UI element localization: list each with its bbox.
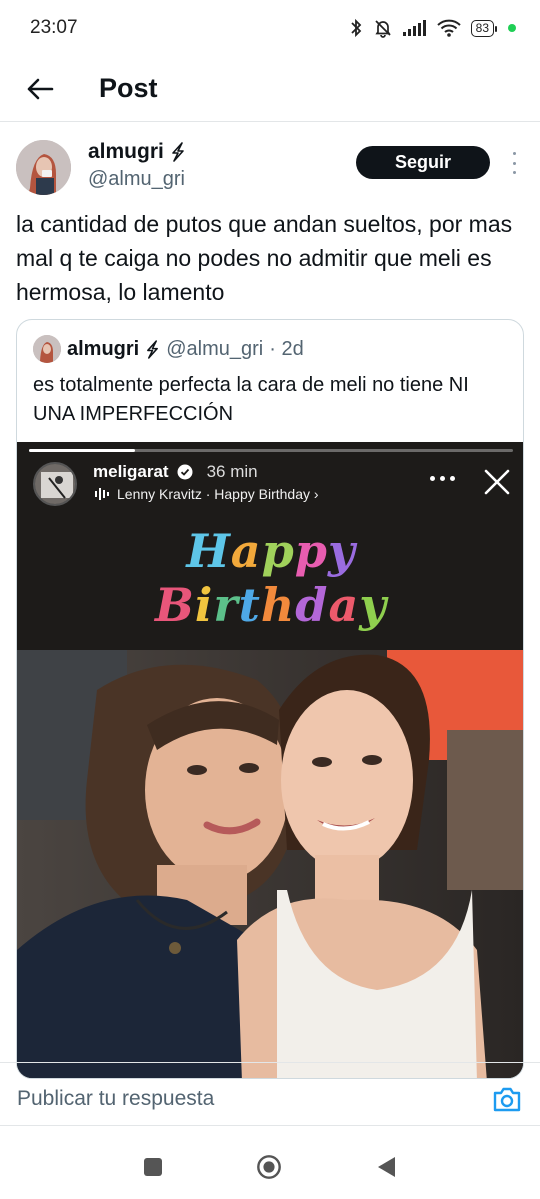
wifi-icon: [436, 19, 461, 37]
bluetooth-icon: [351, 18, 361, 38]
avatar-image: [16, 140, 71, 195]
avatar[interactable]: [16, 140, 71, 195]
triangle-back-icon: [378, 1157, 395, 1177]
sticker-letter: H: [186, 524, 231, 578]
author-name-row[interactable]: almugri: [88, 140, 186, 164]
follow-button[interactable]: Seguir: [356, 146, 490, 179]
sticker-letter: d: [295, 578, 329, 632]
story-time: 36 min: [206, 462, 258, 481]
lightning-icon: [172, 142, 184, 162]
sticker-letter: y: [359, 578, 388, 632]
post-text: la cantidad de putos que andan sueltos, …: [16, 211, 513, 305]
top-app-bar: Post: [0, 56, 540, 122]
status-bar: 23:07 83: [0, 0, 540, 56]
sticker-letter: B: [154, 578, 195, 632]
recent-apps-button[interactable]: [140, 1154, 166, 1180]
author-name[interactable]: almugri: [88, 140, 164, 164]
birthday-word: Birthday: [17, 578, 523, 632]
quoted-post-text: es totalmente perfecta la cara de meli n…: [33, 374, 469, 425]
home-button[interactable]: [256, 1154, 282, 1180]
post-author: almugri @almu_gri Seguir: [16, 138, 524, 200]
story-progress-bar: [29, 449, 513, 452]
quoted-post-header: almugri @almu_gri · 2d: [33, 335, 304, 363]
privacy-dot: [508, 24, 516, 32]
story-username: meligarat: [93, 462, 169, 481]
story-user-row: meligarat 36 min: [93, 462, 258, 482]
sticker-letter: p: [294, 524, 328, 578]
camera-icon[interactable]: [492, 1085, 522, 1113]
verified-badge-icon: [177, 464, 193, 480]
story-music-label: Lenny Kravitz · Happy Birthday ›: [117, 486, 319, 502]
status-time: 23:07: [30, 17, 78, 38]
sticker-letter: i: [194, 578, 214, 632]
quoted-avatar: [33, 335, 61, 363]
status-icons: 83: [349, 18, 516, 38]
back-button[interactable]: [20, 69, 60, 109]
sticker-letter: a: [328, 578, 360, 632]
bell-muted-icon: [375, 20, 391, 38]
arrow-left-icon: [27, 78, 54, 99]
battery-icon: 83: [470, 19, 498, 37]
page-title: Post: [99, 73, 158, 103]
happy-word: Happy: [17, 524, 523, 578]
close-icon: [484, 469, 510, 495]
back-nav-button[interactable]: [373, 1154, 399, 1180]
happy-birthday-sticker: Happy Birthday: [17, 524, 523, 632]
sticker-letter: h: [260, 578, 296, 632]
quoted-author-handle: @almu_gri: [166, 337, 264, 360]
sticker-letter: t: [238, 578, 261, 632]
selfie-photo: [17, 650, 523, 1078]
battery-level: 83: [475, 21, 489, 35]
story-more-icon: [430, 476, 455, 481]
quoted-media-image[interactable]: meligarat 36 min Lenny Kravitz · Happy B…: [17, 442, 523, 1078]
quoted-post-age: · 2d: [269, 337, 304, 360]
music-bars-icon: [95, 488, 109, 500]
quoted-post[interactable]: almugri @almu_gri · 2d es totalmente per…: [16, 319, 524, 1079]
more-options-icon[interactable]: [508, 152, 520, 174]
circle-icon: [257, 1155, 281, 1179]
square-icon: [144, 1158, 162, 1176]
sticker-letter: r: [213, 578, 239, 632]
signal-icon: [402, 20, 426, 36]
sticker-letter: p: [261, 524, 295, 578]
system-nav-bar: [0, 1130, 540, 1199]
sticker-letter: y: [327, 524, 356, 578]
author-handle[interactable]: @almu_gri: [88, 168, 185, 191]
story-avatar: [33, 462, 77, 506]
sticker-letter: a: [230, 524, 262, 578]
reply-bar: Publicar tu respuesta: [0, 1062, 540, 1126]
quoted-author-name: almugri: [67, 337, 140, 360]
story-music: Lenny Kravitz · Happy Birthday ›: [95, 486, 319, 502]
reply-input[interactable]: Publicar tu respuesta: [17, 1087, 214, 1111]
lightning-icon: [147, 339, 159, 359]
